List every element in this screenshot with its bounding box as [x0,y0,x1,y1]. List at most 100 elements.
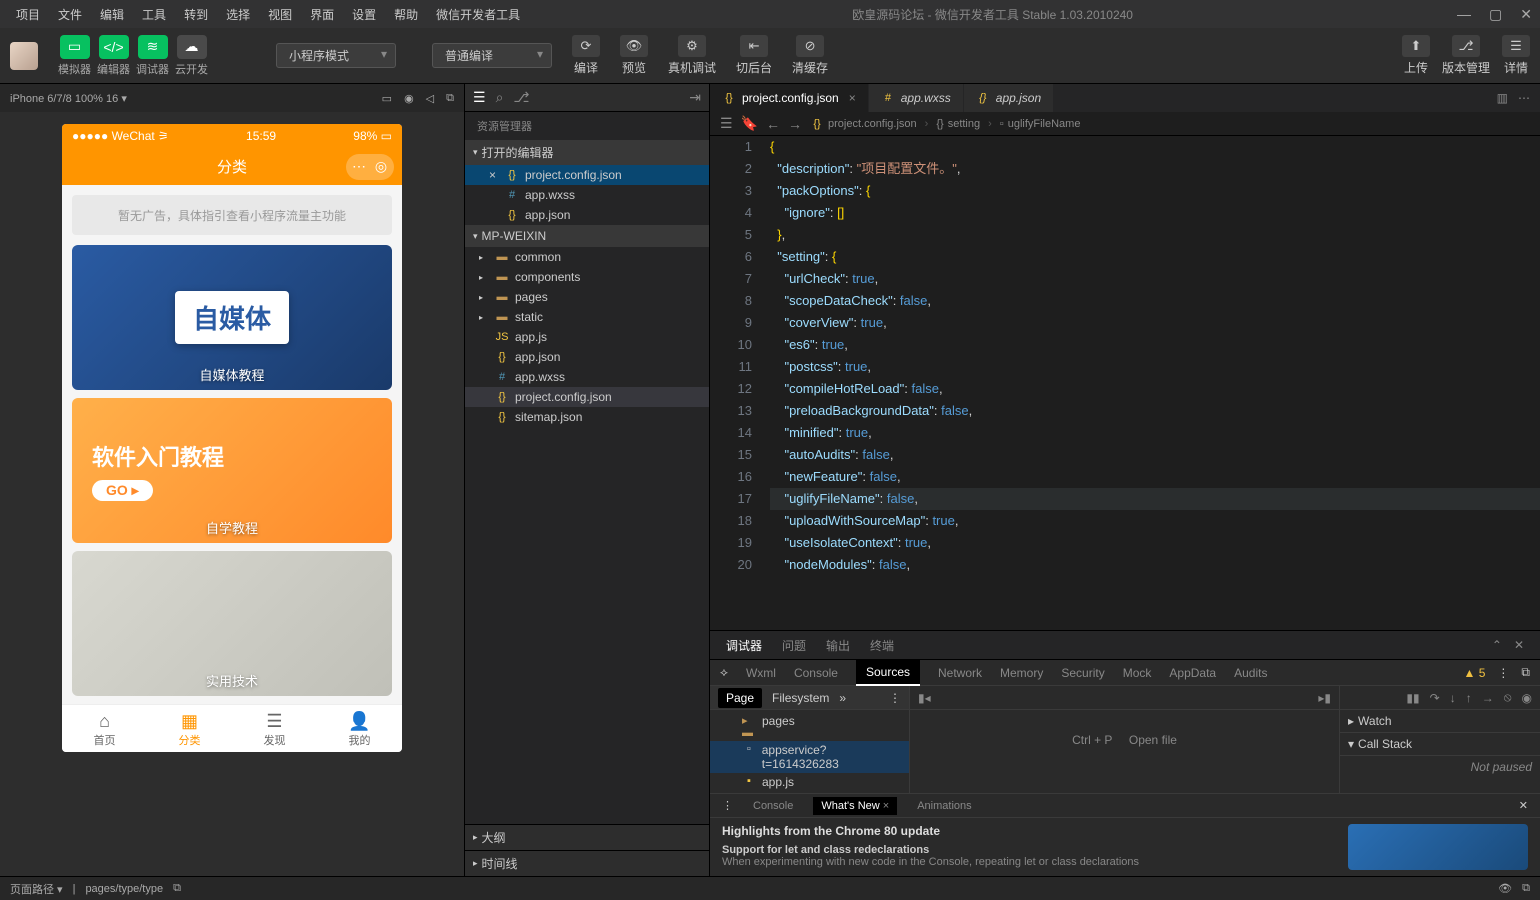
menu-设置[interactable]: 设置 [344,2,384,27]
pause-exc-icon[interactable]: ◉ [1522,691,1532,705]
eye-icon[interactable]: 👁 [1498,882,1512,895]
copy-path-icon[interactable]: ⧉ [173,882,181,895]
background-button[interactable]: ⇤切后台 [736,35,772,76]
tree-item-pages[interactable]: ▸▬pages [465,287,709,307]
dock-icon[interactable]: ⧉ [1521,665,1530,680]
tree-item-app.js[interactable]: JSapp.js [465,327,709,347]
phone-tab-首页[interactable]: ⌂首页 [62,705,147,752]
breadcrumb-file[interactable]: {} project.config.json [810,118,917,130]
tree-item-sitemap.json[interactable]: {}sitemap.json [465,407,709,427]
src-item-appservice?t=1614326283[interactable]: ▫appservice?t=1614326283 [710,741,909,773]
preview-button[interactable]: 👁预览 [620,35,648,76]
dbg-tab-问题[interactable]: 问题 [782,637,806,654]
page-tab[interactable]: Page [718,688,762,708]
user-avatar[interactable] [10,42,38,70]
category-card-practical[interactable]: 实用技术 [72,551,392,696]
dbg-tab-调试器[interactable]: 调试器 [726,637,762,654]
menu-转到[interactable]: 转到 [176,2,216,27]
devtools-tab-Sources[interactable]: Sources [856,660,920,686]
dbg-tab-终端[interactable]: 终端 [870,637,894,654]
minimize-button[interactable]: — [1457,6,1471,23]
popout-status-icon[interactable]: ⧉ [1522,882,1530,895]
tree-item-common[interactable]: ▸▬common [465,247,709,267]
src-item-app.js[interactable]: ▪app.js [710,773,909,791]
step-over-icon[interactable]: ↷ [1430,691,1440,705]
debugger-toggle[interactable]: ≋调试器 [136,35,169,77]
editor-tab-project.config.json[interactable]: {}project.config.json× [710,84,869,112]
sidebar-toggle2-icon[interactable]: ▸▮ [1318,691,1331,705]
sidebar-toggle-icon[interactable]: ▮◂ [918,691,931,705]
category-card-software[interactable]: 软件入门教程 GO ▸ 自学教程 [72,398,392,543]
step-out-icon[interactable]: ↑ [1466,691,1472,705]
category-card-media[interactable]: 自媒体 自媒体教程 [72,245,392,390]
editor-tab-app.json[interactable]: {}app.json [964,84,1054,112]
more-tabs-icon[interactable]: » [839,691,846,705]
version-button[interactable]: ⎇版本管理 [1442,35,1490,76]
devtools-tab-Console[interactable]: Console [794,661,838,685]
bookmark-icon[interactable]: 🔖 [741,115,758,132]
menu-文件[interactable]: 文件 [50,2,90,27]
phone-tab-发现[interactable]: ☰发现 [232,705,317,752]
menu-编辑[interactable]: 编辑 [92,2,132,27]
tree-item-components[interactable]: ▸▬components [465,267,709,287]
compile-dropdown[interactable]: 普通编译 [432,43,552,68]
detail-button[interactable]: ☰详情 [1502,35,1530,76]
device-selector[interactable]: iPhone 6/7/8 100% 16 ▾ [10,92,127,105]
search-icon[interactable]: ⌕ [496,89,504,106]
breadcrumb-key2[interactable]: ▫ uglifyFileName [1000,118,1081,130]
phone-tab-分类[interactable]: ▦分类 [147,705,232,752]
timeline-section[interactable]: 时间线 [465,850,709,876]
upload-button[interactable]: ⬆上传 [1402,35,1430,76]
phone-tab-我的[interactable]: 👤我的 [317,705,402,752]
drawer-tab-Console[interactable]: Console [753,800,793,812]
cloud-dev-button[interactable]: ☁云开发 [175,35,208,77]
maximize-button[interactable]: ▢ [1489,6,1502,23]
devtools-tab-Audits[interactable]: Audits [1234,661,1267,685]
devtools-tab-Network[interactable]: Network [938,661,982,685]
menu-视图[interactable]: 视图 [260,2,300,27]
kebab-icon[interactable]: ⋮ [889,691,901,705]
breadcrumb-key1[interactable]: {} setting [936,118,980,130]
step-icon[interactable]: → [1482,691,1494,705]
pause-icon[interactable]: ▮▮ [1406,691,1419,705]
drawer-tab-What's New[interactable]: What's New × [813,797,897,815]
simulator-toggle[interactable]: ▭模拟器 [58,35,91,77]
editor-toggle[interactable]: </>编辑器 [97,35,130,77]
collapse-icon[interactable]: ⇥ [689,89,701,106]
more-icon[interactable]: ⋯ [1518,91,1530,105]
drawer-close-icon[interactable]: ✕ [1519,799,1528,812]
toggle-panel-icon[interactable]: ☰ [720,115,733,132]
page-path-label[interactable]: 页面路径 ▾ [10,881,63,897]
devtools-tab-Mock[interactable]: Mock [1123,661,1152,685]
callstack-section[interactable]: ▾ Call Stack [1340,733,1540,756]
open-editors-header[interactable]: 打开的编辑器 [465,140,709,165]
drawer-kebab-icon[interactable]: ⋮ [722,799,733,812]
dbg-close-icon[interactable]: ✕ [1514,638,1524,652]
menu-界面[interactable]: 界面 [302,2,342,27]
mode-dropdown[interactable]: 小程序模式 [276,43,396,68]
popout-icon[interactable]: ⧉ [446,92,454,105]
menu-帮助[interactable]: 帮助 [386,2,426,27]
menu-项目[interactable]: 项目 [8,2,48,27]
devtools-tab-Security[interactable]: Security [1061,661,1104,685]
close-button[interactable]: ✕ [1520,6,1532,23]
warning-badge[interactable]: ▲ 5 [1464,666,1486,680]
tree-item-app.wxss[interactable]: #app.wxss [465,367,709,387]
device-icon[interactable]: ▭ [382,92,392,105]
clear-cache-button[interactable]: ⊘清缓存 [792,35,828,76]
tree-item-project.config.json[interactable]: {}project.config.json [465,387,709,407]
record-icon[interactable]: ◉ [404,92,414,105]
devtools-tab-AppData[interactable]: AppData [1169,661,1216,685]
watch-section[interactable]: ▸ Watch [1340,710,1540,733]
remote-debug-button[interactable]: ⚙真机调试 [668,35,716,76]
nav-back-icon[interactable]: ← [766,116,780,132]
devtools-tab-Memory[interactable]: Memory [1000,661,1043,685]
compile-button[interactable]: ⟳编译 [572,35,600,76]
deactivate-bp-icon[interactable]: ⦸ [1504,690,1512,705]
mute-icon[interactable]: ◁ [426,92,434,105]
devtools-tab-Wxml[interactable]: Wxml [746,661,776,685]
open-editor-item[interactable]: #app.wxss [465,185,709,205]
open-editor-item[interactable]: ×{}project.config.json [465,165,709,185]
branch-icon[interactable]: ⎇ [513,89,529,106]
explorer-icon[interactable]: ☰ [473,89,486,106]
